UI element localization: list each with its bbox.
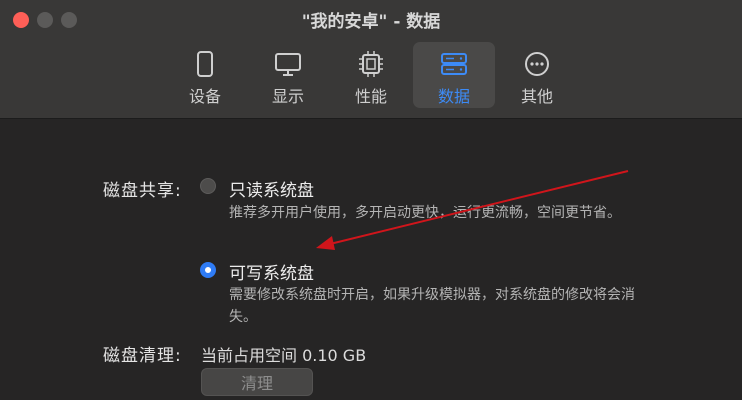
- data-settings-panel: 磁盘共享: 只读系统盘 推荐多开用户使用，多开启动更快，运行更流畅，空间更节省。…: [0, 119, 742, 400]
- more-icon: [525, 52, 549, 76]
- phone-icon: [197, 51, 213, 77]
- tab-label: 其他: [520, 87, 553, 106]
- tab-label: 性能: [354, 87, 387, 106]
- tab-display[interactable]: 显示: [247, 42, 329, 108]
- tab-label: 设备: [188, 87, 221, 106]
- writable-disk-description: 需要修改系统盘时开启，如果升级模拟器，对系统盘的修改将会消失。: [229, 287, 635, 325]
- tab-label: 数据: [437, 87, 470, 106]
- writable-disk-title[interactable]: 可写系统盘: [229, 259, 314, 284]
- title-bar: "我的安卓" - 数据 设备 显示 性能 数据 其他: [0, 0, 742, 119]
- cleanup-button[interactable]: 清理: [201, 368, 313, 396]
- tab-data[interactable]: 数据: [413, 42, 495, 108]
- storage-icon: [441, 53, 467, 75]
- readonly-disk-description: 推荐多开用户使用，多开启动更快，运行更流畅，空间更节省。: [229, 205, 621, 221]
- readonly-disk-title[interactable]: 只读系统盘: [229, 176, 314, 201]
- window-title: "我的安卓" - 数据: [301, 12, 441, 32]
- tab-device[interactable]: 设备: [164, 42, 246, 108]
- disk-sharing-label: 磁盘共享:: [103, 181, 182, 201]
- monitor-icon: [275, 53, 301, 76]
- chip-icon: [359, 51, 383, 77]
- readonly-disk-radio[interactable]: [200, 178, 216, 194]
- tab-other[interactable]: 其他: [496, 42, 578, 108]
- preferences-toolbar: 设备 显示 性能 数据 其他: [0, 42, 742, 110]
- tab-performance[interactable]: 性能: [330, 42, 412, 108]
- writable-disk-radio[interactable]: [200, 262, 216, 278]
- disk-cleanup-label: 磁盘清理:: [103, 346, 182, 366]
- tab-label: 显示: [271, 87, 304, 106]
- disk-usage-text: 当前占用空间 0.10 GB: [201, 346, 367, 365]
